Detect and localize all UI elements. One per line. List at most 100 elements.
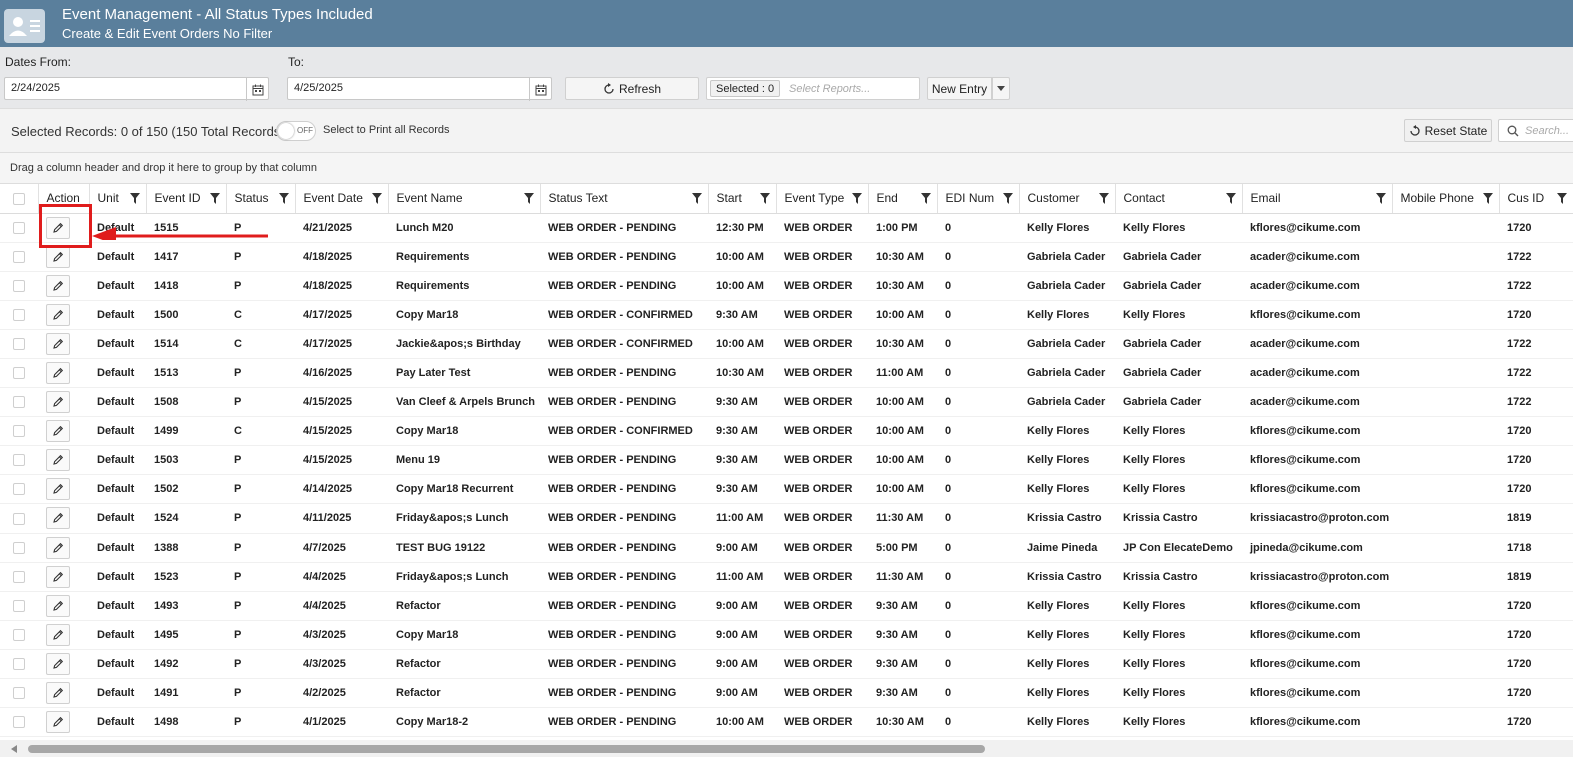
row-checkbox[interactable] <box>13 308 25 321</box>
table-row[interactable]: Default 1499 C 4/15/2025 Copy Mar18 WEB ORDER… <box>0 416 1573 447</box>
table-row[interactable]: Default 1493 P 4/4/2025 Refactor WEB ORDER - … <box>0 591 1573 621</box>
edit-button[interactable] <box>46 682 70 705</box>
row-checkbox[interactable] <box>13 396 25 409</box>
column-header-email[interactable]: Email <box>1242 184 1393 214</box>
edit-button[interactable] <box>46 420 70 443</box>
new-entry-dropdown[interactable] <box>992 77 1010 100</box>
table-row[interactable]: Default 1491 P 4/2/2025 Refactor WEB ORDER - … <box>0 678 1573 709</box>
row-checkbox[interactable] <box>13 337 25 350</box>
new-entry-button[interactable]: New Entry <box>927 77 992 100</box>
row-checkbox[interactable] <box>13 628 25 641</box>
filter-icon[interactable] <box>1002 193 1013 207</box>
row-checkbox[interactable] <box>13 541 25 554</box>
filter-icon[interactable] <box>920 193 931 207</box>
filter-icon[interactable] <box>209 193 220 207</box>
row-checkbox[interactable] <box>13 483 25 496</box>
edit-button[interactable] <box>46 332 70 355</box>
edit-button[interactable] <box>46 623 70 646</box>
column-header-customer[interactable]: Customer <box>1019 184 1116 214</box>
table-row[interactable]: Default 1495 P 4/3/2025 Copy Mar18 WEB ORDER … <box>0 620 1573 650</box>
group-drop-area[interactable]: Drag a column header and drop it here to… <box>0 153 1573 184</box>
edit-button[interactable] <box>46 391 70 414</box>
grid-search-input[interactable]: Search... <box>1498 119 1573 142</box>
filter-icon[interactable] <box>1375 193 1386 207</box>
row-checkbox[interactable] <box>13 425 25 438</box>
column-header-cus-id[interactable]: Cus ID <box>1499 184 1573 214</box>
row-checkbox[interactable] <box>13 454 25 467</box>
to-date-input[interactable]: 4/25/2025 <box>287 77 552 101</box>
reports-select[interactable]: Selected : 0 Select Reports... <box>706 77 920 100</box>
horizontal-scrollbar[interactable] <box>0 740 1573 757</box>
dates-from-input[interactable]: 2/24/2025 <box>4 77 269 101</box>
filter-icon[interactable] <box>851 193 862 207</box>
column-header-contact[interactable]: Contact <box>1115 184 1243 214</box>
row-checkbox[interactable] <box>13 658 25 670</box>
filter-icon[interactable] <box>371 193 382 207</box>
filter-icon[interactable] <box>1556 193 1567 207</box>
row-checkbox[interactable] <box>13 599 25 612</box>
filter-icon[interactable] <box>759 193 770 207</box>
row-checkbox[interactable] <box>13 279 25 292</box>
filter-icon[interactable] <box>278 193 289 207</box>
column-header-start[interactable]: Start <box>708 184 777 214</box>
edit-button[interactable] <box>46 594 70 617</box>
table-row[interactable]: Default 1388 P 4/7/2025 TEST BUG 19122 WEB OR… <box>0 533 1573 563</box>
edit-button[interactable] <box>46 565 70 588</box>
edit-button[interactable] <box>46 478 70 501</box>
select-all-checkbox[interactable] <box>12 193 25 206</box>
row-checkbox[interactable] <box>13 250 25 263</box>
refresh-button[interactable]: Refresh <box>565 77 699 100</box>
table-row[interactable]: Default 1492 P 4/3/2025 Refactor WEB ORDER - … <box>0 649 1573 680</box>
edit-button[interactable] <box>46 303 70 326</box>
edit-button[interactable] <box>46 536 70 559</box>
row-checkbox[interactable] <box>13 367 25 380</box>
row-checkbox[interactable] <box>13 512 25 525</box>
filter-icon[interactable] <box>129 193 140 207</box>
scrollbar-thumb[interactable] <box>28 745 985 753</box>
table-row[interactable]: Default 1417 P 4/18/2025 Requirements WEB ORD… <box>0 242 1573 272</box>
filter-icon[interactable] <box>523 193 534 207</box>
reset-state-button[interactable]: Reset State <box>1404 119 1492 142</box>
cell-event-name: Copy Mar18 <box>388 300 540 330</box>
scroll-left-arrow[interactable] <box>11 745 17 753</box>
table-row[interactable]: Default 1418 P 4/18/2025 Requirements WEB ORD… <box>0 271 1573 301</box>
column-header-edi-num[interactable]: EDI Num <box>937 184 1020 214</box>
column-header-status-text[interactable]: Status Text <box>540 184 709 214</box>
column-header-unit[interactable]: Unit <box>89 184 147 214</box>
column-header-end[interactable]: End <box>868 184 938 214</box>
edit-button[interactable] <box>46 711 70 734</box>
column-header-event-type[interactable]: Event Type <box>776 184 869 214</box>
column-header-event-id[interactable]: Event ID <box>146 184 227 214</box>
calendar-icon[interactable] <box>246 78 268 101</box>
print-all-toggle[interactable]: OFF <box>276 121 316 141</box>
column-header-event-date[interactable]: Event Date <box>295 184 389 214</box>
table-row[interactable]: Default 1500 C 4/17/2025 Copy Mar18 WEB ORDER… <box>0 300 1573 330</box>
edit-button[interactable] <box>46 362 70 385</box>
edit-button[interactable] <box>46 245 70 268</box>
column-header-label: Event Type <box>784 191 845 206</box>
filter-icon[interactable] <box>1098 193 1109 207</box>
table-row[interactable]: Default 1514 C 4/17/2025 Jackie&apos;s Birth… <box>0 329 1573 359</box>
row-checkbox[interactable] <box>13 687 25 700</box>
edit-button[interactable] <box>46 274 70 297</box>
edit-button[interactable] <box>46 449 70 472</box>
edit-button[interactable] <box>46 507 70 530</box>
filter-icon[interactable] <box>691 193 702 207</box>
table-row[interactable]: Default 1502 P 4/14/2025 Copy Mar18 Recurren… <box>0 474 1573 505</box>
column-header-event-name[interactable]: Event Name <box>388 184 541 214</box>
column-header-mobile-phone[interactable]: Mobile Phone <box>1392 184 1500 214</box>
row-checkbox[interactable] <box>13 570 25 583</box>
table-row[interactable]: Default 1503 P 4/15/2025 Menu 19 WEB ORDER - … <box>0 445 1573 476</box>
filter-icon[interactable] <box>1225 193 1236 207</box>
table-row[interactable]: Default 1498 P 4/1/2025 Copy Mar18-2 WEB ORDE… <box>0 707 1573 737</box>
column-header-status[interactable]: Status <box>226 184 296 214</box>
table-row[interactable]: Default 1524 P 4/11/2025 Friday&apos;s Lunch… <box>0 503 1573 534</box>
row-checkbox[interactable] <box>13 716 25 729</box>
calendar-icon[interactable] <box>529 78 551 101</box>
table-row[interactable]: Default 1508 P 4/15/2025 Van Cleef & Arpels … <box>0 387 1573 418</box>
table-row[interactable]: Default 1513 P 4/16/2025 Pay Later Test WEB O… <box>0 358 1573 389</box>
filter-icon[interactable] <box>1482 193 1493 207</box>
table-row[interactable]: Default 1523 P 4/4/2025 Friday&apos;s Lunch W… <box>0 562 1573 592</box>
row-checkbox[interactable] <box>13 221 25 234</box>
edit-button[interactable] <box>46 652 70 675</box>
